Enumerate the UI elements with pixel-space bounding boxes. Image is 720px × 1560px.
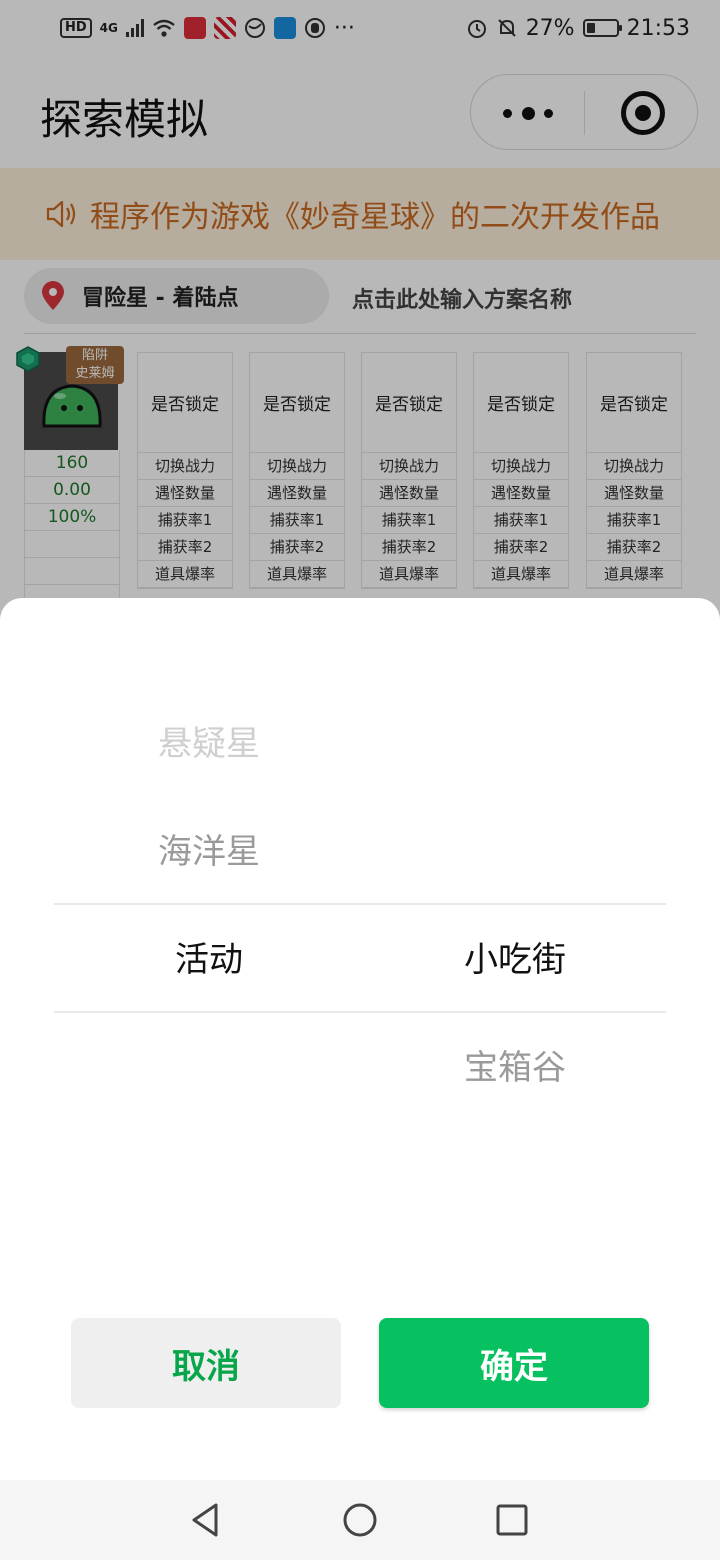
home-icon[interactable] (340, 1500, 380, 1540)
system-nav-bar (0, 1480, 720, 1560)
cancel-button[interactable]: 取消 (71, 1318, 341, 1408)
selection-line-bottom (54, 1011, 666, 1013)
back-icon[interactable] (186, 1500, 226, 1540)
picker-option[interactable]: 宝箱谷 (360, 1014, 670, 1122)
picker-option[interactable]: 海洋星 (54, 798, 364, 906)
selection-line-top (54, 903, 666, 905)
confirm-button[interactable]: 确定 (379, 1318, 649, 1408)
picker-option-selected[interactable]: 小吃街 (360, 906, 670, 1014)
picker-option[interactable]: 悬疑星 (54, 690, 364, 798)
picker-option-selected[interactable]: 活动 (54, 906, 364, 1014)
picker-sheet: 悬疑星 海洋星 活动 小吃街 宝箱谷 取消 确定 (0, 598, 720, 1480)
recents-icon[interactable] (492, 1500, 532, 1540)
